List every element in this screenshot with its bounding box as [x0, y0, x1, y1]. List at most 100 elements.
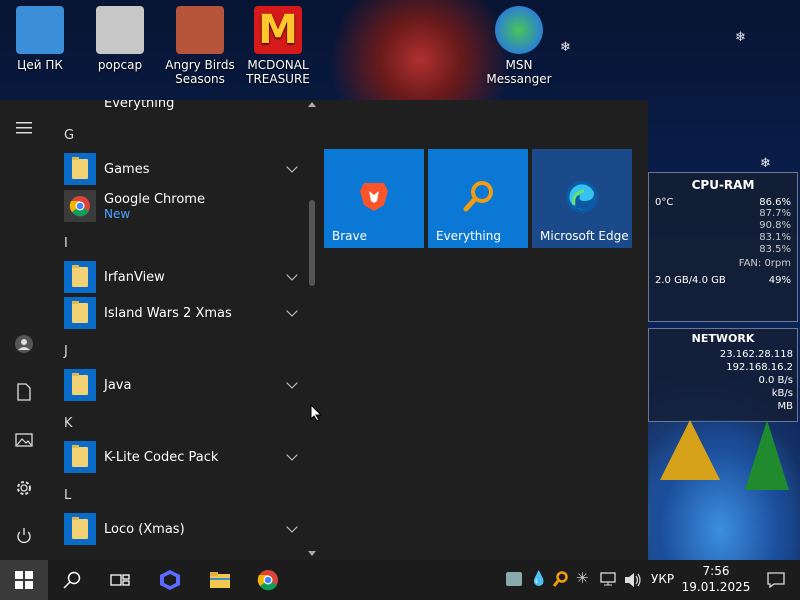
tile-microsoft-edge[interactable]: Microsoft Edge: [532, 149, 632, 248]
chevron-down-icon: [286, 449, 298, 461]
windows-logo-icon: [15, 571, 33, 589]
brave-lion-icon: [360, 183, 388, 211]
everything-icon: [64, 100, 96, 119]
start-menu: Everything G Games Google Chrome New I I…: [0, 100, 648, 560]
documents-button[interactable]: [0, 372, 48, 412]
folder-icon: [64, 297, 96, 329]
app-item-games[interactable]: Games: [64, 152, 304, 186]
desktop-icon-mcdonal-treasure[interactable]: M MCDONAL TREASURE: [240, 4, 316, 86]
core-usage: 90.8%: [759, 220, 791, 231]
chevron-down-icon: [286, 521, 298, 533]
user-account-button[interactable]: [0, 324, 48, 364]
scroll-up-icon[interactable]: [308, 102, 316, 107]
angry-birds-icon: [176, 6, 224, 54]
folder-icon: [210, 572, 230, 588]
cpu-temp: 0°C: [655, 197, 674, 208]
snowflake-icon: ❄: [560, 40, 571, 55]
core-usage: 87.7%: [759, 208, 791, 219]
cpu-ram-widget: CPU-RAM 0°C 86.6% 87.7% 90.8% 83.1% 83.5…: [648, 172, 798, 322]
language-indicator[interactable]: УКР: [651, 572, 674, 586]
copilot-icon: [160, 570, 180, 590]
desktop-icon-angry-birds[interactable]: Angry Birds Seasons: [162, 4, 238, 86]
widget-title: CPU-RAM: [691, 178, 755, 192]
taskbar: 💧 ✳ УКР 7:56 19.01.2025: [0, 560, 800, 600]
snowflake-tray-icon[interactable]: ✳: [576, 569, 589, 587]
section-letter-g[interactable]: G: [64, 128, 74, 143]
power-button[interactable]: [0, 516, 48, 556]
notifications-button[interactable]: [752, 560, 800, 600]
section-letter-l[interactable]: L: [64, 488, 71, 503]
desktop-icon-popcap[interactable]: popcap: [82, 4, 158, 72]
new-badge: New: [104, 206, 131, 221]
ram-usage: 2.0 GB/4.0 GB: [655, 275, 726, 286]
msn-icon: [495, 6, 543, 54]
desktop-icon-msn[interactable]: MSN Messanger: [481, 4, 557, 86]
hamburger-icon: [16, 122, 32, 134]
magnifier-icon: [463, 181, 493, 212]
task-view-button[interactable]: [96, 560, 144, 600]
volume-icon[interactable]: [624, 572, 642, 588]
document-icon: [17, 383, 31, 401]
christmas-tree-icon: [745, 420, 789, 490]
christmas-globe-decoration: [650, 420, 800, 560]
app-item-loco[interactable]: Loco (Xmas): [64, 512, 304, 546]
chevron-down-icon: [286, 305, 298, 317]
notification-icon: [767, 572, 785, 588]
pictures-button[interactable]: [0, 420, 48, 460]
app-item-java[interactable]: Java: [64, 368, 304, 402]
chevron-down-icon: [286, 161, 298, 173]
pictures-icon: [15, 433, 33, 447]
tile-everything[interactable]: Everything: [428, 149, 528, 248]
user-avatar-icon: [15, 335, 33, 353]
folder-icon: [64, 369, 96, 401]
snowflake-icon: ❄: [760, 156, 771, 171]
chevron-down-icon: [286, 269, 298, 281]
core-usage: 83.5%: [759, 244, 791, 255]
start-rail: [0, 100, 48, 560]
mouse-cursor-icon: [310, 404, 322, 422]
hamburger-menu-button[interactable]: [0, 108, 48, 148]
start-button[interactable]: [0, 560, 48, 600]
folder-icon: [64, 153, 96, 185]
core-usage: 83.1%: [759, 232, 791, 243]
network-icon[interactable]: [600, 572, 616, 586]
golden-tree-icon: [660, 420, 720, 480]
chrome-icon: [64, 190, 96, 222]
chevron-down-icon: [286, 377, 298, 389]
tile-brave[interactable]: Brave: [324, 149, 424, 248]
folder-icon: [64, 261, 96, 293]
scroll-down-icon[interactable]: [308, 551, 316, 556]
file-explorer-button[interactable]: [196, 560, 244, 600]
section-letter-k[interactable]: K: [64, 416, 73, 431]
app-item-google-chrome[interactable]: Google Chrome New: [64, 188, 304, 224]
app-item-island-wars[interactable]: Island Wars 2 Xmas: [64, 296, 304, 330]
app-list-scrollbar[interactable]: [306, 100, 318, 560]
scroll-thumb[interactable]: [309, 200, 315, 286]
clock-date: 19.01.2025: [681, 580, 751, 594]
cpu-total: 86.6%: [759, 197, 791, 208]
section-letter-i[interactable]: I: [64, 236, 68, 251]
fan-speed: FAN: 0rpm: [738, 258, 791, 269]
transfer-unit: kB/s: [771, 388, 793, 399]
magnifier-icon[interactable]: [552, 571, 568, 589]
app-item-everything[interactable]: Everything: [64, 100, 304, 120]
search-button[interactable]: [48, 560, 96, 600]
mcdonalds-icon: M: [254, 6, 302, 54]
folder-icon: [64, 441, 96, 473]
task-view-icon: [110, 574, 130, 586]
tray-app-icon[interactable]: [506, 572, 522, 586]
transfer-rate: 0.0 B/s: [758, 375, 793, 386]
desktop-icon-this-pc[interactable]: Цей ПК: [2, 4, 78, 72]
copilot-button[interactable]: [146, 560, 194, 600]
gear-icon: [17, 481, 31, 495]
clock[interactable]: 7:56 19.01.2025: [678, 563, 754, 595]
computer-icon: [16, 6, 64, 54]
water-drop-icon[interactable]: 💧: [530, 571, 547, 587]
section-letter-j[interactable]: J: [64, 344, 68, 359]
chrome-taskbar-button[interactable]: [244, 560, 292, 600]
settings-button[interactable]: [0, 468, 48, 508]
app-item-irfanview[interactable]: IrfanView: [64, 260, 304, 294]
app-item-k-lite[interactable]: K-Lite Codec Pack: [64, 440, 304, 474]
network-widget: NETWORK 23.162.28.118 192.168.16.2 0.0 B…: [648, 328, 798, 422]
folder-icon: [64, 513, 96, 545]
